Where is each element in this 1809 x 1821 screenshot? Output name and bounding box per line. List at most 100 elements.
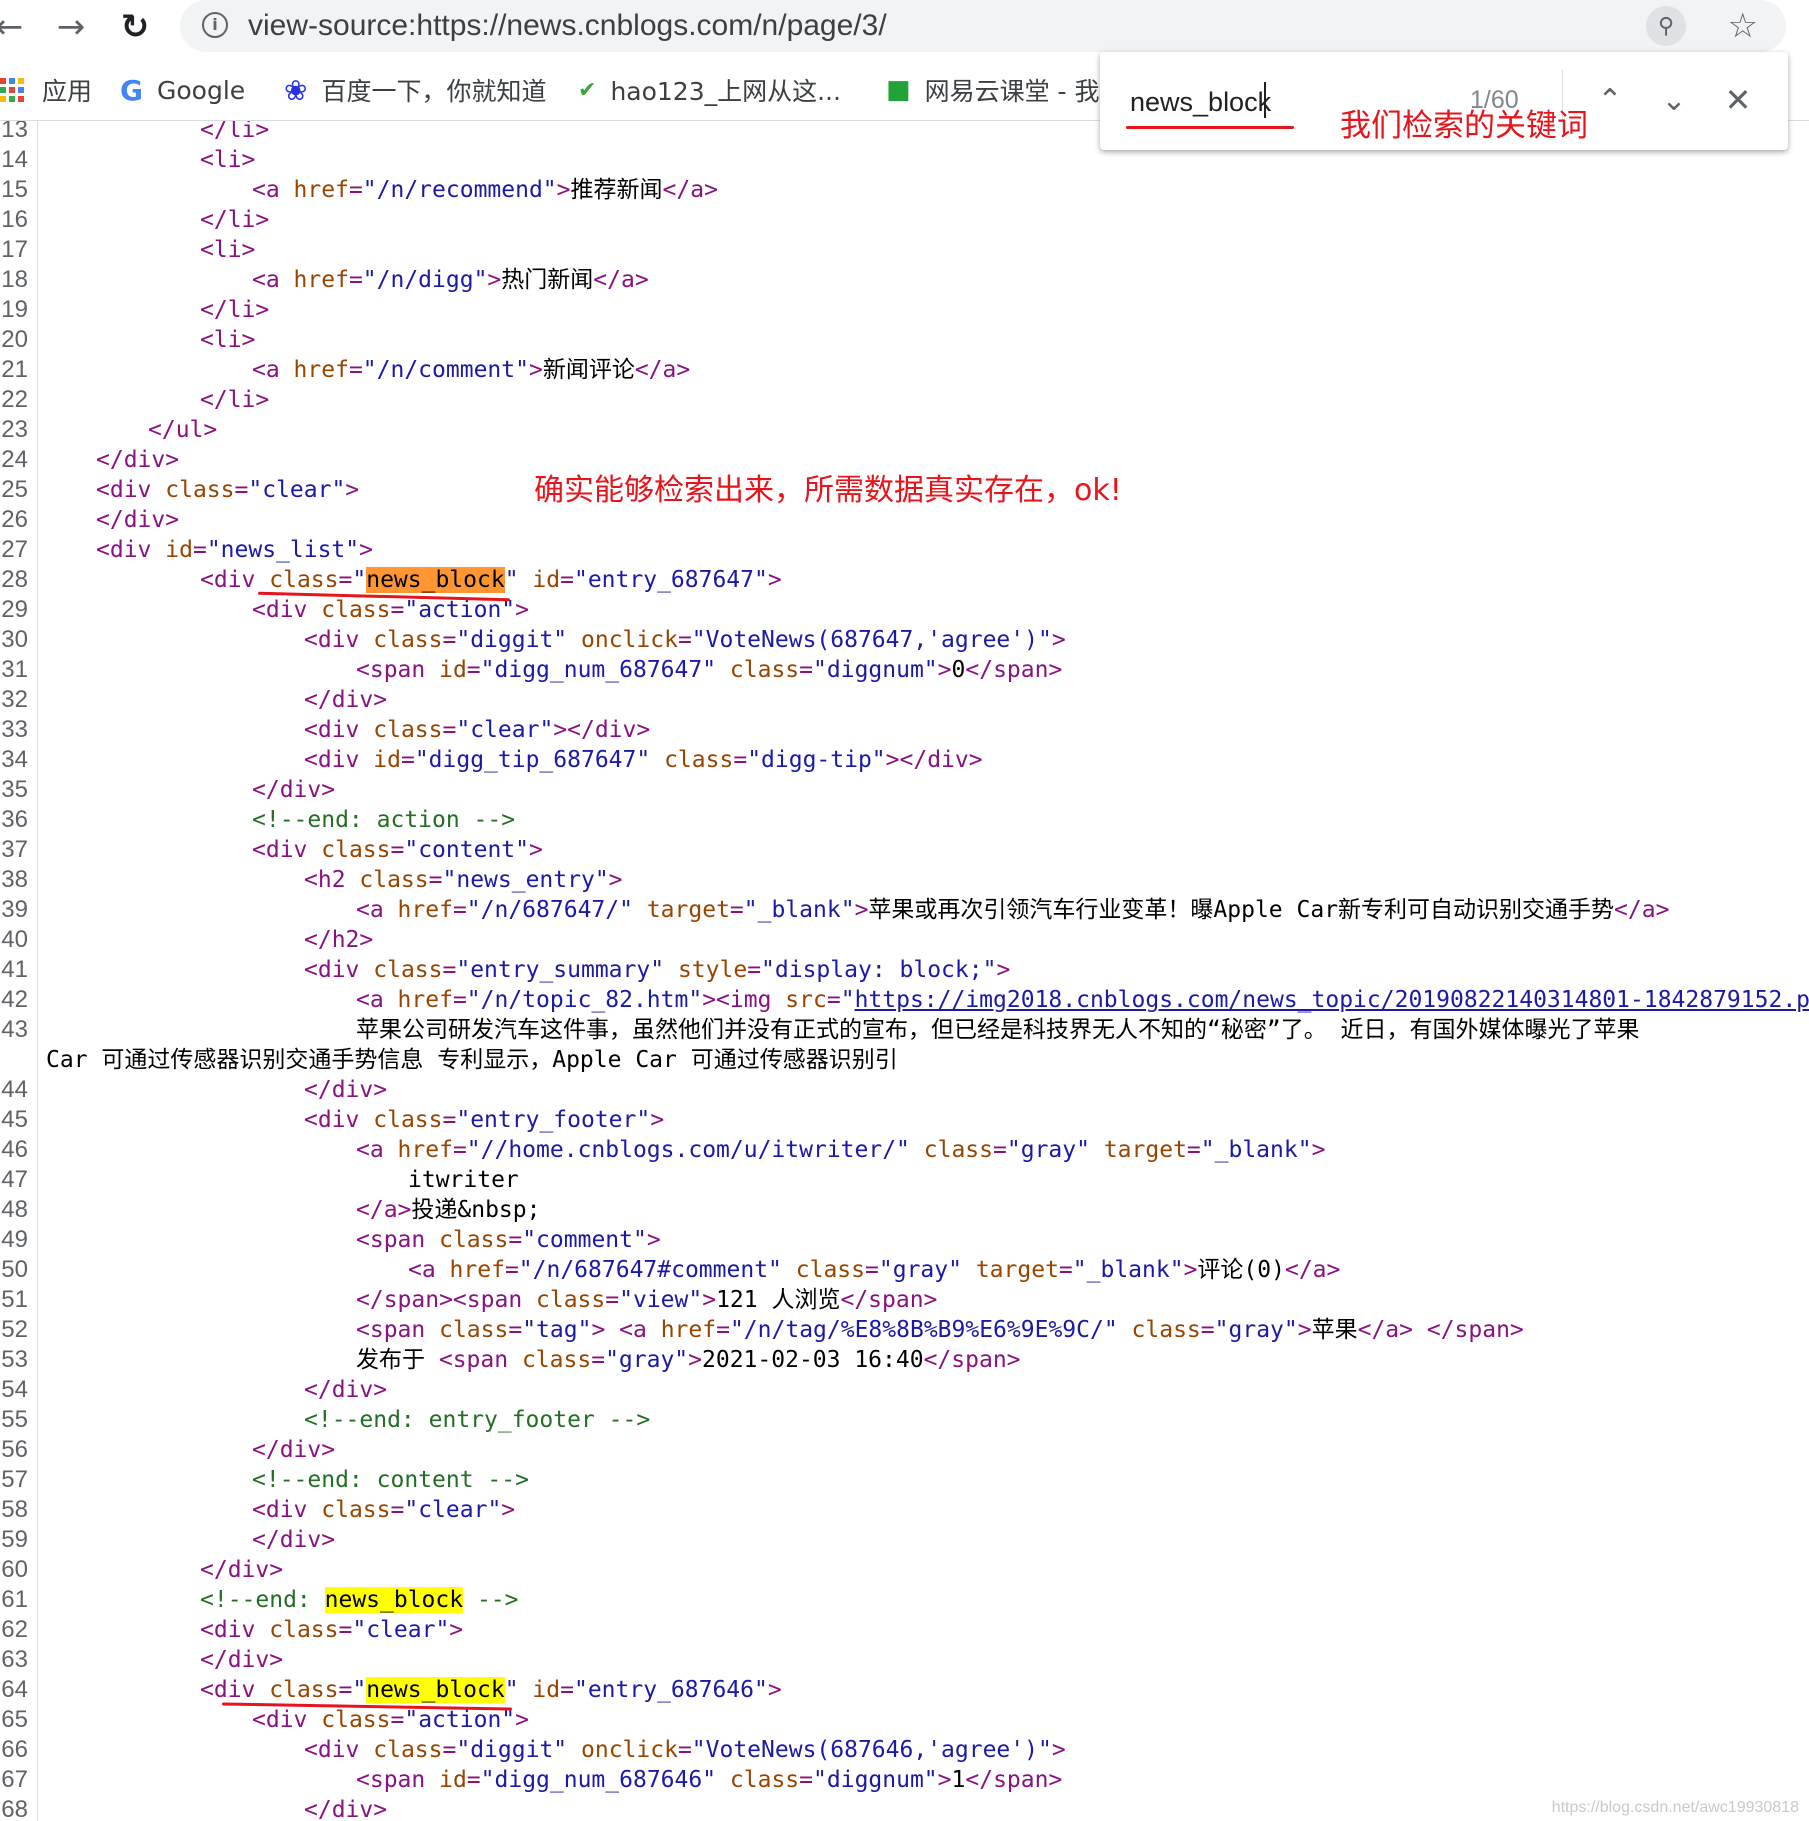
bookmark-apps[interactable]: 应用 <box>0 70 92 110</box>
line-number: 37 <box>1 836 28 863</box>
code-value[interactable]: "/n/687647#comment" <box>519 1257 782 1283</box>
code-text: <div class="diggit" onclick="VoteNews(68… <box>304 1737 1066 1763</box>
code-tag: <div <box>304 717 374 743</box>
code-text: <a href="//home.cnblogs.com/u/itwriter/"… <box>356 1137 1326 1163</box>
line-number: 57 <box>1 1466 28 1493</box>
code-value: "entry_687647" <box>573 567 768 593</box>
code-tag: </span> <box>965 1767 1063 1793</box>
line-number: 44 <box>1 1076 28 1103</box>
code-text: Car 可通过传感器识别交通手势信息 专利显示，Apple Car 可通过传感器… <box>46 1047 898 1073</box>
line-number: 19 <box>1 296 28 323</box>
code-tag: > <box>688 1347 703 1373</box>
code-attr: class <box>269 567 339 593</box>
code-value: " <box>352 567 367 593</box>
back-button[interactable]: ← <box>0 4 32 50</box>
line-number: 28 <box>1 566 28 593</box>
code-text: </div> <box>304 1377 388 1403</box>
code-text: </span><span class="view">121 人浏览</span> <box>356 1287 938 1313</box>
code-value: " <box>840 987 855 1013</box>
address-bar[interactable]: i view-source:https://news.cnblogs.com/n… <box>180 0 1786 52</box>
code-tag: <span <box>356 1767 440 1793</box>
code-tag: <a <box>252 177 294 203</box>
code-attr: class <box>439 1227 509 1253</box>
code-value: "content" <box>404 837 529 863</box>
line-number: 20 <box>1 326 28 353</box>
code-value[interactable]: "/n/recommend" <box>363 177 557 203</box>
code-text: <span id="digg_num_687647" class="diggnu… <box>356 657 1063 683</box>
code-tag: </span> <box>965 657 1063 683</box>
line-number: 17 <box>1 236 28 263</box>
code-tag: > <box>767 1677 782 1703</box>
code-value[interactable]: "/n/687647/" <box>467 897 633 923</box>
code-attr: id <box>439 657 467 683</box>
code-text: 新闻评论 <box>542 357 635 383</box>
code-attr: class <box>269 1677 339 1703</box>
code-attr: href <box>660 1317 717 1343</box>
code-text: <div class="news_block" id="entry_687647… <box>200 567 782 593</box>
code-text: 苹果或再次引领汽车行业变革！曝Apple Car新专利可自动识别交通手势 <box>868 897 1615 923</box>
bookmark-netease[interactable]: ■ 网易云课堂 - 我 <box>886 70 1100 110</box>
forward-button[interactable]: → <box>48 4 94 50</box>
code-tag: > <box>501 1497 516 1523</box>
code-text: <span class="tag"> <a href="/n/tag/%E8%8… <box>356 1317 1524 1343</box>
code-value: " <box>504 1677 519 1703</box>
reload-button[interactable]: ↻ <box>112 4 158 50</box>
code-value: "diggit" <box>456 627 568 653</box>
code-value: "entry_summary" <box>456 957 665 983</box>
line-number: 46 <box>1 1136 28 1163</box>
code-text: <a href="/n/687647#comment" class="gray"… <box>408 1257 1341 1283</box>
find-previous-button[interactable]: ⌃ <box>1586 76 1634 124</box>
text-caret <box>1264 82 1266 118</box>
code-value[interactable]: "//home.cnblogs.com/u/itwriter/" <box>467 1137 910 1163</box>
code-attr: class <box>373 627 443 653</box>
code-value: "_blank" <box>1200 1137 1312 1163</box>
code-value[interactable]: "/n/tag/%E8%8B%B9%E6%9E%9C/" <box>730 1317 1118 1343</box>
code-tag: > <box>650 1107 665 1133</box>
find-close-button[interactable]: ✕ <box>1714 76 1762 124</box>
code-text: 发布于 <span class="gray">2021-02-03 16:40<… <box>356 1347 1021 1373</box>
code-value[interactable]: "/n/comment" <box>363 357 529 383</box>
code-tag: </a> </span> <box>1357 1317 1524 1343</box>
code-text: <li> <box>200 327 256 353</box>
line-number: 30 <box>1 626 28 653</box>
code-text: <div id="digg_tip_687647" class="digg-ti… <box>304 747 983 773</box>
bookmark-baidu[interactable]: ❀ 百度一下，你就知道 <box>284 70 546 110</box>
code-value[interactable]: "/n/topic_82.htm" <box>467 987 702 1013</box>
code-attr: class <box>729 657 800 683</box>
google-icon: G <box>120 73 143 107</box>
line-number: 36 <box>1 806 28 833</box>
image-source-link[interactable]: https://img2018.cnblogs.com/news_topic/2… <box>855 987 1809 1013</box>
code-tag: ></div> <box>885 747 983 773</box>
code-attr: class <box>1131 1317 1201 1343</box>
code-comment: <!--end: <box>200 1587 325 1613</box>
code-tag: > <box>359 537 373 563</box>
line-number: 43 <box>1 1016 28 1043</box>
bookmark-label: 应用 <box>42 77 93 106</box>
code-value: "digg_num_687647" <box>480 657 717 683</box>
code-value: "VoteNews(687647,'agree')" <box>691 627 1052 653</box>
bookmark-google[interactable]: G Google <box>120 70 245 110</box>
code-tag: <div <box>200 567 270 593</box>
url-text[interactable]: view-source:https://news.cnblogs.com/n/p… <box>248 4 887 48</box>
line-number: 53 <box>1 1346 28 1373</box>
bookmark-hao123[interactable]: ✔ hao123_上网从这... <box>578 70 841 110</box>
code-text: <li> <box>200 237 256 263</box>
bookmark-star-icon[interactable]: ☆ <box>1728 2 1758 50</box>
code-text: <div class="clear"> <box>96 477 360 503</box>
code-comment: <!--end: action --> <box>252 807 516 833</box>
code-value[interactable]: "/n/digg" <box>363 267 488 293</box>
code-tag: </span><span <box>356 1287 537 1313</box>
code-tag: <a <box>356 1137 398 1163</box>
code-value: "VoteNews(687646,'agree')" <box>691 1737 1052 1763</box>
zoom-icon[interactable]: ⚲ <box>1646 6 1686 46</box>
code-tag: <div <box>200 1617 270 1643</box>
line-number: 54 <box>1 1376 28 1403</box>
info-icon[interactable]: i <box>202 12 228 38</box>
code-value: "clear" <box>248 477 346 503</box>
line-number: 56 <box>1 1436 28 1463</box>
code-text: 121 人浏览 <box>716 1287 841 1313</box>
arrow-left-icon: ← <box>0 7 24 47</box>
code-tag: > <box>937 657 952 683</box>
find-next-button[interactable]: ⌄ <box>1650 76 1698 124</box>
line-number: 41 <box>1 956 28 983</box>
